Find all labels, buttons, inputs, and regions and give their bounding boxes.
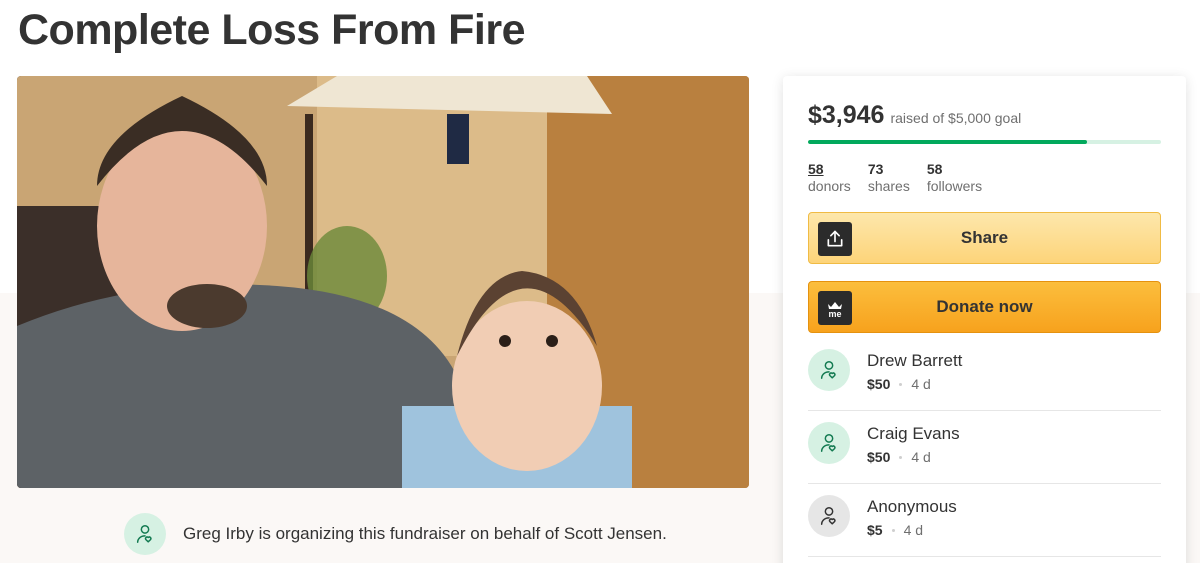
separator-dot: [899, 455, 903, 459]
donate-button[interactable]: me Donate now: [808, 281, 1161, 333]
donor-name: Anonymous: [867, 497, 957, 516]
share-upload-icon: [818, 222, 852, 256]
donor-name: Drew Barrett: [867, 351, 963, 370]
donation-amount: $5: [867, 522, 883, 538]
separator-dot: [899, 382, 903, 386]
donation-item: Drew Barrett $50 4 d: [808, 338, 1161, 411]
stat-donors[interactable]: 58 donors: [808, 161, 851, 194]
stat-shares-count: 73: [867, 161, 884, 177]
gofundme-logo-icon: me: [818, 291, 852, 325]
share-button[interactable]: Share: [808, 212, 1161, 264]
user-heart-icon: [808, 422, 850, 464]
raised-goal: raised of $5,000 goal: [890, 110, 1022, 126]
stat-shares: 73 shares: [868, 161, 910, 194]
organizer-info: Greg Irby is organizing this fundraiser …: [124, 513, 667, 555]
donation-time: 4 d: [911, 449, 931, 465]
donation-item: Anonymous $5 4 d: [808, 484, 1161, 557]
share-button-label: Share: [960, 228, 1009, 247]
user-heart-icon: [808, 495, 850, 537]
progress-bar: [808, 140, 1161, 144]
user-heart-icon: [808, 349, 850, 391]
raised-summary: $3,946 raised of $5,000 goal: [808, 101, 1021, 130]
campaign-stats: 58 donors 73 shares 58 followers: [808, 161, 999, 194]
donor-name: Craig Evans: [867, 424, 960, 443]
donation-amount: $50: [867, 376, 891, 392]
stat-followers-label: followers: [926, 178, 983, 194]
gofundme-logo-text: me: [828, 309, 841, 319]
organizer-text: Greg Irby is organizing this fundraiser …: [183, 524, 667, 543]
donation-card: $3,946 raised of $5,000 goal 58 donors 7…: [783, 76, 1186, 563]
separator-dot: [891, 528, 895, 532]
stat-followers-count: 58: [926, 161, 943, 177]
donation-time: 4 d: [903, 522, 924, 538]
recent-donations: Drew Barrett $50 4 d Craig Evans $50 4 d…: [808, 338, 1161, 557]
campaign-photo[interactable]: [17, 76, 749, 488]
raised-amount: $3,946: [808, 101, 885, 129]
stat-followers: 58 followers: [927, 161, 982, 194]
donate-button-label: Donate now: [936, 297, 1033, 316]
donation-time: 4 d: [911, 376, 931, 392]
donation-amount: $50: [867, 449, 891, 465]
donation-item: Craig Evans $50 4 d: [808, 411, 1161, 484]
user-heart-icon: [124, 513, 166, 555]
page-title: Complete Loss From Fire: [18, 6, 525, 54]
stat-shares-label: shares: [867, 178, 910, 194]
campaign-photo-illustration: [17, 76, 749, 488]
stat-donors-count[interactable]: 58: [808, 161, 851, 177]
stat-donors-label: donors: [808, 178, 851, 194]
progress-fill: [808, 140, 1087, 144]
